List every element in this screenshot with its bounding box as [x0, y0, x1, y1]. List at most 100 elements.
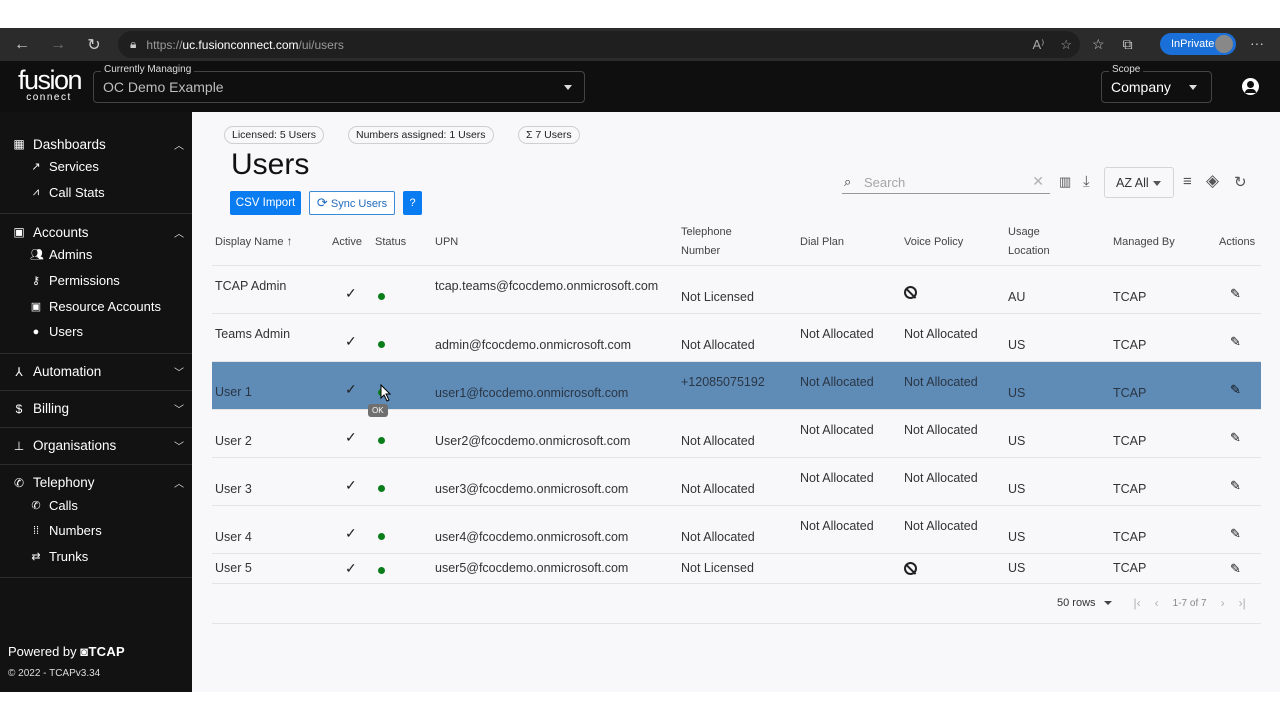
fusion-connect-logo[interactable]: fusion connect — [18, 67, 83, 103]
address-bar[interactable]: 🔒︎ https://uc.fusionconnect.com/ui/users… — [118, 31, 1080, 58]
chevron-down-icon[interactable]: ﹀ — [174, 364, 184, 379]
sidebar-item-dashboards[interactable]: ▦ Dashboards ︿ — [0, 134, 192, 154]
telephone-number: Not Allocated — [681, 481, 755, 496]
column-header-usage-location[interactable]: Usage Location — [1005, 220, 1110, 266]
chevron-up-icon[interactable]: ︿ — [174, 225, 184, 240]
sort-ascending-icon[interactable]: ↑ — [287, 234, 293, 248]
column-header-active[interactable]: Active — [329, 220, 372, 266]
sidebar-item-trunks[interactable]: ⇄ Trunks — [0, 544, 192, 570]
collections-icon[interactable]: ⧉ — [1123, 36, 1133, 53]
column-header-upn[interactable]: UPN — [432, 220, 678, 266]
sidebar-item-users[interactable]: ● Users — [0, 319, 192, 345]
clear-search-icon[interactable]: ✕ — [1032, 173, 1044, 190]
chevron-up-icon[interactable]: ︿ — [174, 475, 184, 490]
automation-icon: ⅄ — [15, 364, 23, 379]
columns-icon[interactable]: ▥ — [1059, 174, 1071, 190]
refresh-icon[interactable]: ↻ — [76, 35, 112, 55]
column-header-dial-plan[interactable]: Dial Plan — [797, 220, 901, 266]
column-header-managed-by[interactable]: Managed By — [1110, 220, 1216, 266]
sidebar-item-organisations[interactable]: ⊥ Organisations ﹀ — [0, 436, 192, 456]
sidebar-item-resource-accounts[interactable]: ▣ Resource Accounts — [0, 293, 192, 319]
account-circle-icon[interactable] — [1242, 78, 1259, 95]
column-header-status[interactable]: Status — [372, 220, 432, 266]
table-row[interactable]: User 5 ✓ user5@fcocdemo.onmicrosoft.com … — [212, 553, 1261, 584]
sidebar-item-call-stats[interactable]: ⩘ Call Stats — [0, 180, 192, 206]
csv-import-button[interactable]: CSV Import — [230, 191, 301, 215]
upn: User2@fcocdemo.onmicrosoft.com — [435, 433, 631, 448]
powered-by-text: Powered by — [8, 644, 77, 659]
read-aloud-icon[interactable]: A⁾ — [1032, 37, 1044, 53]
table-footer-divider — [212, 623, 1261, 624]
cell-managed-by: TCAP — [1110, 457, 1216, 506]
edit-pencil-icon[interactable]: ✎ — [1230, 382, 1241, 398]
edit-pencil-icon[interactable]: ✎ — [1230, 526, 1241, 542]
browser-toolbar: ← → ↻ 🔒︎ https://uc.fusionconnect.com/ui… — [0, 28, 1280, 61]
column-header-voice-policy[interactable]: Voice Policy — [901, 220, 1005, 266]
copyright: © 2022 - TCAPv3.34 — [8, 668, 101, 679]
upn: user4@fcocdemo.onmicrosoft.com — [435, 529, 629, 544]
sidebar-item-calls[interactable]: ✆ Calls — [0, 493, 192, 519]
forward-icon[interactable]: → — [40, 36, 76, 54]
chevron-down-icon[interactable]: ﹀ — [174, 438, 184, 453]
table-row[interactable]: User 4 ✓ user4@fcocdemo.onmicrosoft.com … — [212, 505, 1261, 554]
first-page-icon[interactable]: |‹ — [1134, 596, 1141, 610]
layers-icon[interactable]: ◈ — [1206, 171, 1219, 191]
search-field[interactable]: ⌕ ✕ — [842, 172, 1050, 194]
help-button[interactable]: ? — [403, 191, 422, 215]
currently-managing-select[interactable]: Currently Managing OC Demo Example — [93, 64, 585, 103]
download-icon[interactable]: ⤓ — [1083, 173, 1090, 190]
check-icon: ✓ — [345, 559, 357, 576]
currently-managing-value: OC Demo Example — [103, 79, 224, 95]
column-header-actions[interactable]: Actions — [1216, 220, 1261, 266]
managed-by: TCAP — [1113, 385, 1147, 400]
edit-pencil-icon[interactable]: ✎ — [1230, 561, 1241, 577]
add-favorite-icon[interactable]: ☆ — [1060, 37, 1072, 53]
search-input[interactable] — [864, 172, 1024, 192]
inprivate-badge[interactable]: InPrivate — [1160, 33, 1236, 55]
edit-pencil-icon[interactable]: ✎ — [1230, 286, 1241, 302]
previous-page-icon[interactable]: ‹ — [1155, 596, 1159, 610]
table-row[interactable]: User 1 ✓ user1@fcocdemo.onmicrosoft.com … — [212, 361, 1261, 410]
edit-pencil-icon[interactable]: ✎ — [1230, 430, 1241, 446]
table-row[interactable]: Teams Admin ✓ admin@fcocdemo.onmicrosoft… — [212, 313, 1261, 362]
status-ok-icon[interactable] — [378, 532, 385, 540]
sidebar-item-services[interactable]: ↗ Services — [0, 154, 192, 180]
lock-icon[interactable]: 🔒︎ — [130, 37, 136, 52]
more-icon[interactable]: ··· — [1250, 35, 1264, 51]
filter-icon[interactable]: ≡ — [1183, 173, 1192, 190]
caret-down-icon[interactable] — [1103, 601, 1112, 605]
refresh-table-icon[interactable]: ↻ — [1234, 173, 1247, 191]
edit-pencil-icon[interactable]: ✎ — [1230, 478, 1241, 494]
cell-dial-plan: Not Allocated — [797, 361, 901, 410]
sort-filter-select[interactable]: AZ All — [1104, 167, 1174, 198]
column-header-display-name[interactable]: Display Name ↑ — [212, 220, 329, 266]
managed-by: TCAP — [1113, 560, 1147, 575]
chevron-down-icon[interactable]: ﹀ — [174, 401, 184, 416]
favorites-icon[interactable]: ☆ — [1092, 36, 1105, 53]
sidebar-item-telephony[interactable]: ✆ Telephony ︿ — [0, 473, 192, 493]
column-header-telephone-number[interactable]: Telephone Number — [678, 220, 797, 266]
table-row[interactable]: TCAP Admin ✓ tcap.teams@fcocdemo.onmicro… — [212, 265, 1261, 314]
rows-per-page-select[interactable]: 50 rows — [1057, 597, 1096, 609]
last-page-icon[interactable]: ›| — [1239, 596, 1246, 610]
sidebar-item-admins[interactable]: 👥︎ Admins — [0, 242, 192, 268]
status-ok-icon[interactable] — [378, 566, 385, 574]
edit-pencil-icon[interactable]: ✎ — [1230, 334, 1241, 350]
back-icon[interactable]: ← — [4, 36, 40, 54]
sidebar-item-accounts[interactable]: ▣ Accounts ︿ — [0, 222, 192, 242]
sidebar-item-billing[interactable]: $ Billing ﹀ — [0, 399, 192, 419]
status-ok-icon[interactable] — [378, 340, 385, 348]
next-page-icon[interactable]: › — [1221, 596, 1225, 610]
cell-active: ✓ — [329, 505, 372, 554]
status-ok-icon[interactable] — [378, 484, 385, 492]
scope-select[interactable]: Scope Company — [1101, 64, 1212, 103]
chevron-up-icon[interactable]: ︿ — [174, 137, 184, 152]
sidebar-item-permissions[interactable]: ⚷ Permissions — [0, 268, 192, 294]
sidebar-item-automation[interactable]: ⅄ Automation ﹀ — [0, 362, 192, 382]
sidebar-item-numbers[interactable]: ⁞⁞ Numbers — [0, 518, 192, 544]
cell-usage-location: US — [1005, 553, 1110, 584]
status-ok-icon[interactable] — [378, 292, 385, 300]
status-ok-icon[interactable] — [378, 436, 385, 444]
table-row[interactable]: User 3 ✓ user3@fcocdemo.onmicrosoft.com … — [212, 457, 1261, 506]
sync-users-button[interactable]: ⟳ Sync Users — [309, 191, 395, 215]
